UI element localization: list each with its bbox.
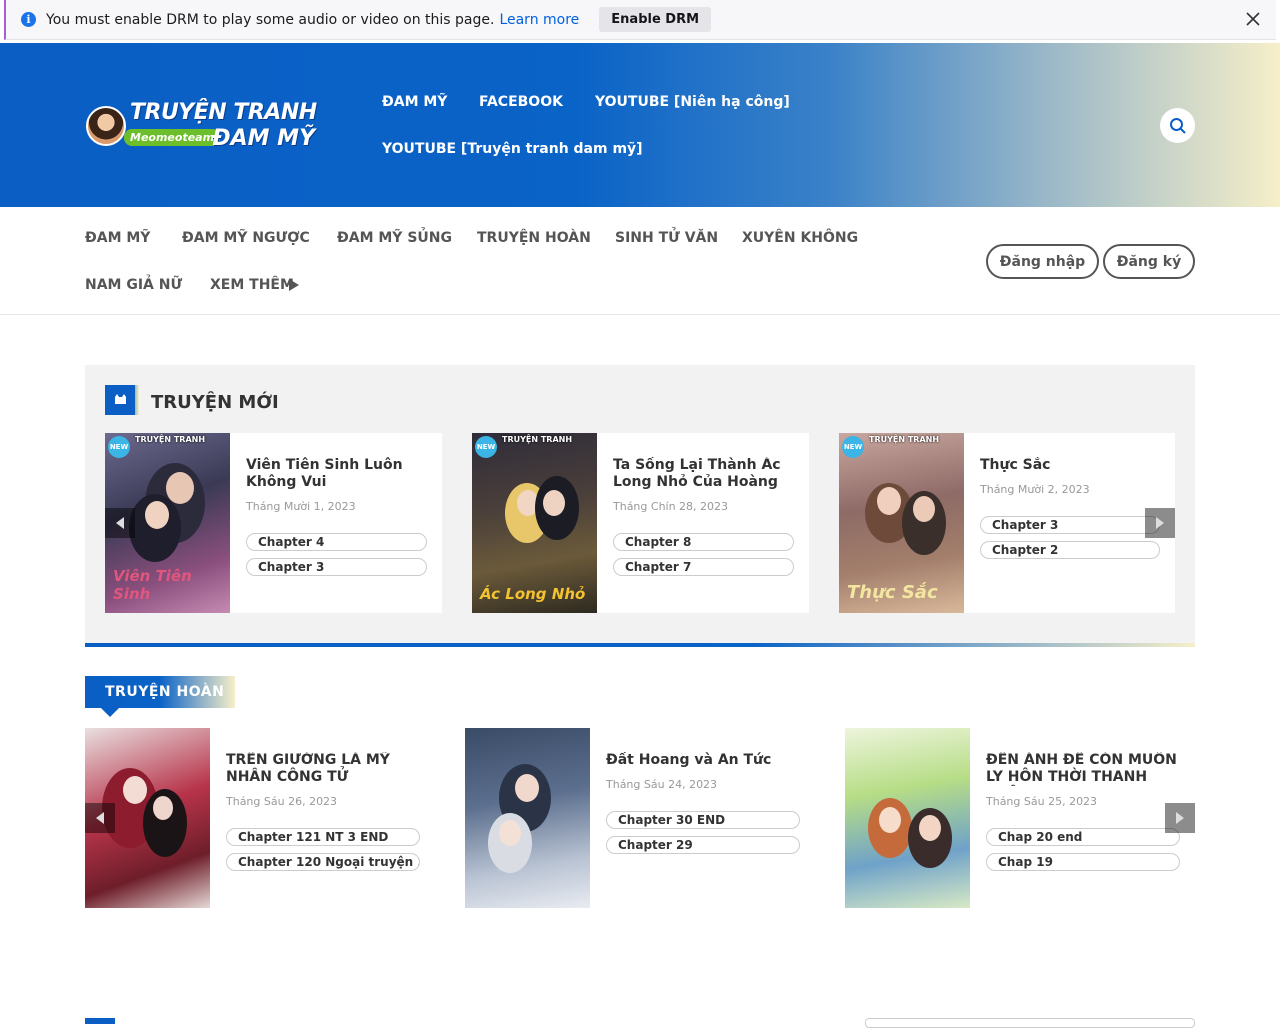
chapter-link[interactable]: Chapter 3	[246, 558, 427, 576]
section-divider	[85, 643, 1195, 647]
story-card[interactable]: TRÊN GIƯỜNG LÀ MỸ NHÂN CÔNG TỬ Tháng Sáu…	[85, 728, 435, 908]
chapter-link[interactable]: Chapter 30 END	[606, 811, 800, 829]
cat-xem-them[interactable]: XEM THÊM	[210, 277, 294, 293]
enable-drm-button[interactable]: Enable DRM	[599, 7, 712, 32]
search-button[interactable]	[1160, 108, 1195, 143]
caret-right-icon[interactable]	[289, 279, 299, 291]
site-logo[interactable]: TRUYỆN TRANH Meomeoteam ĐAM MỸ	[86, 100, 318, 152]
slider-next-button[interactable]	[1165, 803, 1195, 833]
new-badge: NEW	[842, 436, 864, 458]
story-card[interactable]: Đất Hoang và An Tức Tháng Sáu 24, 2023 C…	[465, 728, 815, 908]
slider-prev-button[interactable]	[85, 803, 115, 833]
story-title[interactable]: Đất Hoang và An Tức	[606, 752, 806, 769]
cover-watermark: TRUYỆN TRANH	[135, 435, 206, 444]
drm-notification-bar: i You must enable DRM to play some audio…	[4, 0, 1276, 40]
topnav-youtube-nien-ha[interactable]: YOUTUBE [Niên hạ công]	[595, 94, 790, 110]
close-icon[interactable]	[1244, 10, 1262, 28]
story-cover[interactable]	[465, 728, 590, 908]
section-title: TRUYỆN MỚI	[151, 392, 279, 413]
chapter-link[interactable]: Chap 19	[986, 853, 1180, 871]
new-badge: NEW	[475, 436, 497, 458]
chapter-link[interactable]: Chapter 29	[606, 836, 800, 854]
story-cover[interactable]: NEW TRUYỆN TRANH Ác Long Nhỏ	[472, 433, 597, 613]
cat-xuyen-khong[interactable]: XUYÊN KHÔNG	[742, 230, 858, 246]
complete-section-title: TRUYỆN HOÀN	[85, 676, 235, 708]
story-card[interactable]: NEW TRUYỆN TRANH Thực Sắc Thực Sắc Tháng…	[839, 433, 1175, 613]
cover-title: Viên Tiên Sinh	[113, 567, 192, 603]
cover-watermark: TRUYỆN TRANH	[502, 435, 573, 444]
story-title[interactable]: ĐẾN ÁNH ĐẾ CÒN MUỐN LY HÔN THỜI THANH XU…	[986, 752, 1186, 786]
story-cover[interactable]: NEW TRUYỆN TRANH Thực Sắc	[839, 433, 964, 613]
chapter-link[interactable]: Chap 20 end	[986, 828, 1180, 846]
chapter-link[interactable]: Chapter 3	[980, 516, 1160, 534]
new-stories-section: TRUYỆN MỚI NEW TRUYỆN TRANH Viên Tiên Si…	[85, 365, 1195, 643]
drm-message: You must enable DRM to play some audio o…	[46, 11, 495, 28]
logo-avatar	[86, 106, 126, 146]
story-card[interactable]: NEW TRUYỆN TRANH Viên Tiên Sinh Viên Tiê…	[105, 433, 442, 613]
register-button[interactable]: Đăng ký	[1103, 244, 1195, 279]
story-card[interactable]: NEW TRUYỆN TRANH Ác Long Nhỏ Ta Sống Lại…	[472, 433, 809, 613]
chapter-link[interactable]: Chapter 121 NT 3 END	[226, 828, 420, 846]
sidebar-search-input[interactable]	[865, 1018, 1195, 1028]
story-title[interactable]: TRÊN GIƯỜNG LÀ MỸ NHÂN CÔNG TỬ	[226, 752, 426, 786]
slider-prev-button[interactable]	[105, 508, 135, 538]
next-section-icon	[85, 1018, 115, 1024]
topnav-facebook[interactable]: FACEBOOK	[479, 94, 563, 110]
story-title[interactable]: Thực Sắc	[980, 457, 1165, 474]
topnav-youtube-truyen[interactable]: YOUTUBE [Truyện tranh dam mỹ]	[382, 141, 643, 157]
story-date: Tháng Mười 2, 2023	[980, 483, 1090, 496]
search-icon	[1169, 117, 1186, 134]
chapter-link[interactable]: Chapter 7	[613, 558, 794, 576]
cat-dam-my[interactable]: ĐAM MỸ	[85, 230, 150, 246]
story-date: Tháng Mười 1, 2023	[246, 500, 356, 513]
site-header: TRUYỆN TRANH Meomeoteam ĐAM MỸ ĐAM MỸ FA…	[0, 43, 1280, 207]
story-date: Tháng Sáu 25, 2023	[986, 795, 1098, 808]
chevron-left-icon	[96, 812, 104, 824]
chapter-link[interactable]: Chapter 4	[246, 533, 427, 551]
chevron-right-icon	[1156, 517, 1164, 529]
story-date: Tháng Sáu 26, 2023	[226, 795, 338, 808]
cat-icon	[105, 385, 139, 415]
cover-watermark: TRUYỆN TRANH	[869, 435, 940, 444]
chevron-right-icon	[1176, 812, 1184, 824]
learn-more-link[interactable]: Learn more	[499, 12, 579, 28]
chapter-link[interactable]: Chapter 8	[613, 533, 794, 551]
story-title[interactable]: Ta Sống Lại Thành Ác Long Nhỏ Của Hoàng …	[613, 457, 798, 491]
cat-dam-my-sung[interactable]: ĐAM MỸ SỦNG	[337, 230, 452, 246]
logo-line1: TRUYỆN TRANH	[130, 100, 317, 125]
login-button[interactable]: Đăng nhập	[986, 244, 1099, 279]
chevron-left-icon	[116, 517, 124, 529]
story-card[interactable]: ĐẾN ÁNH ĐẾ CÒN MUỐN LY HÔN THỜI THANH XU…	[845, 728, 1195, 908]
logo-team: Meomeoteam	[124, 129, 221, 146]
info-icon: i	[21, 12, 36, 27]
story-title[interactable]: Viên Tiên Sinh Luôn Không Vui	[246, 457, 431, 491]
cat-dam-my-nguoc[interactable]: ĐAM MỸ NGƯỢC	[182, 230, 310, 246]
new-badge: NEW	[108, 436, 130, 458]
cat-nam-gia-nu[interactable]: NAM GIẢ NỮ	[85, 277, 182, 293]
title-notch	[101, 708, 119, 717]
topnav-dam-my[interactable]: ĐAM MỸ	[382, 94, 447, 110]
story-date: Tháng Chín 28, 2023	[613, 500, 729, 513]
logo-line2: ĐAM MỸ	[212, 126, 315, 151]
cover-title: Ác Long Nhỏ	[480, 585, 586, 603]
category-nav: ĐAM MỸ ĐAM MỸ NGƯỢC ĐAM MỸ SỦNG TRUYỆN H…	[0, 207, 1280, 315]
story-date: Tháng Sáu 24, 2023	[606, 778, 718, 791]
cat-sinh-tu-van[interactable]: SINH TỬ VĂN	[615, 230, 718, 246]
chapter-link[interactable]: Chapter 120 Ngoại truyện 2	[226, 853, 420, 871]
chapter-link[interactable]: Chapter 2	[980, 541, 1160, 559]
cover-title: Thực Sắc	[847, 582, 938, 603]
cat-truyen-hoan[interactable]: TRUYỆN HOÀN	[477, 230, 591, 246]
story-cover[interactable]	[845, 728, 970, 908]
slider-next-button[interactable]	[1145, 508, 1175, 538]
